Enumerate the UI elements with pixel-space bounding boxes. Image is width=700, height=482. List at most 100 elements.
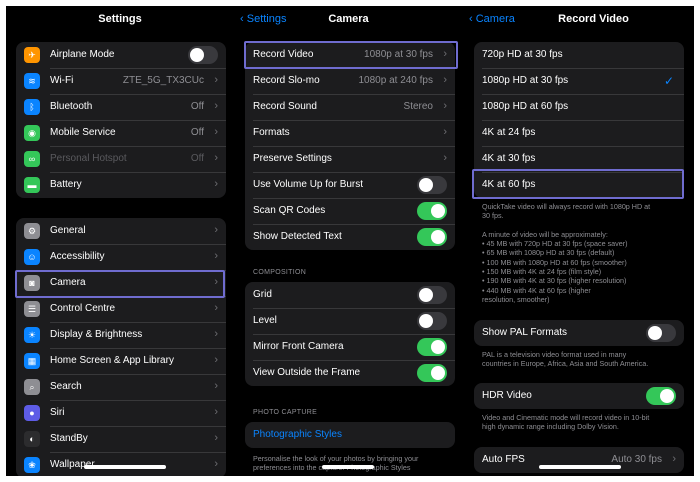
note-line: • 190 MB with 4K at 30 fps (higher resol…: [482, 276, 627, 286]
toggle-knob: [419, 314, 433, 328]
video-format-option[interactable]: 4K at 24 fps: [474, 120, 684, 146]
view-outside-the-frame-row: View Outside the Frame: [245, 360, 455, 386]
accessibility-row[interactable]: ☺ Accessibility ›: [16, 244, 226, 270]
video-format-option[interactable]: 1080p HD at 60 fps: [474, 94, 684, 120]
photo-capture-header: PHOTO CAPTURE: [253, 409, 318, 416]
note-line: resolution, smoother): [482, 294, 550, 304]
battery-icon: ▬: [24, 177, 40, 193]
bluetooth-value: Off: [190, 101, 204, 112]
home-indicator: [539, 465, 621, 469]
battery-row[interactable]: ▬ Battery ›: [16, 172, 226, 198]
video-format-option[interactable]: 720p HD at 30 fps: [474, 42, 684, 68]
note-line: countries in Europe, Africa, Asia and So…: [482, 359, 649, 369]
4k-60fps-highlight: [472, 169, 684, 199]
search-label: Search: [50, 381, 82, 392]
chevron-right-icon: ›: [443, 126, 447, 138]
photographic-styles-note: Personalise the look of your photos by b…: [253, 454, 419, 473]
pal-group: Show PAL Formats: [474, 320, 684, 346]
personal-hotspot-row[interactable]: ∞ Personal Hotspot Off ›: [16, 146, 226, 172]
auto-fps-group: Auto FPS Auto 30 fps ›: [474, 447, 684, 473]
camera-header: ‹ Settings Camera: [234, 6, 463, 34]
view-outside-the-frame-toggle[interactable]: [417, 364, 447, 382]
search-row[interactable]: ⌕ Search ›: [16, 374, 226, 400]
record-slo-mo-row[interactable]: Record Slo-mo 1080p at 240 fps ›: [245, 68, 455, 94]
note-line: PAL is a television video format used in…: [482, 350, 627, 359]
standby-row[interactable]: ◐ StandBy ›: [16, 426, 226, 452]
chevron-right-icon: ›: [214, 178, 218, 190]
record-slo-mo-label: Record Slo-mo: [253, 75, 320, 86]
record-sound-row[interactable]: Record Sound Stereo ›: [245, 94, 455, 120]
photographic-styles-link[interactable]: Photographic Styles: [253, 429, 342, 440]
note-line: [482, 221, 688, 230]
wi-fi-row[interactable]: ≋ Wi-Fi ZTE_5G_TX3CUc ›: [16, 68, 226, 94]
record-video-highlight: [244, 41, 458, 69]
level-toggle[interactable]: [417, 312, 447, 330]
siri-row[interactable]: ● Siri ›: [16, 400, 226, 426]
mobile-service-label: Mobile Service: [50, 127, 116, 138]
standby-icon: ◐: [24, 431, 40, 447]
settings-panel: Settings ✈ Airplane Mode ≋ Wi-Fi ZTE_5G_TX3C…: [6, 6, 234, 476]
battery-label: Battery: [50, 179, 82, 190]
show-detected-text-toggle[interactable]: [417, 228, 447, 246]
preserve-settings-label: Preserve Settings: [253, 153, 332, 164]
note-line: 30 fps.: [482, 211, 504, 221]
photographic-styles-row[interactable]: Photographic Styles: [245, 422, 455, 448]
mirror-front-camera-toggle[interactable]: [417, 338, 447, 356]
wallpaper-row[interactable]: ❀ Wallpaper ›: [16, 452, 226, 476]
use-volume-up-for-burst-row: Use Volume Up for Burst: [245, 172, 455, 198]
note-line: QuickTake video will always record with …: [482, 202, 651, 211]
composition-group: Grid Level Mirror Front Camera View Outside…: [245, 282, 455, 386]
bluetooth-row[interactable]: ᛒ Bluetooth Off ›: [16, 94, 226, 120]
home-screen-and-app-library-label: Home Screen & App Library: [50, 355, 174, 366]
general-row[interactable]: ⚙ General ›: [16, 218, 226, 244]
video-format-label: 4K at 30 fps: [482, 153, 536, 164]
mobile-service-row[interactable]: ◉ Mobile Service Off ›: [16, 120, 226, 146]
toggle-knob: [431, 204, 445, 218]
gear-icon: ⚙: [24, 223, 40, 239]
wallpaper-icon: ❀: [24, 457, 40, 473]
auto-fps-value: Auto 30 fps: [611, 454, 662, 465]
toggle-knob: [660, 389, 674, 403]
note-line: • 150 MB with 4K at 24 fps (film style): [482, 267, 602, 277]
record-video-panel: ‹ Camera Record Video 720p HD at 30 fps 1…: [463, 6, 694, 476]
home-screen-and-app-library-row[interactable]: ▦ Home Screen & App Library ›: [16, 348, 226, 374]
camera-settings-group: Record Video 1080p at 30 fps › Record Slo-m…: [245, 42, 455, 250]
standby-label: StandBy: [50, 433, 88, 444]
preserve-settings-row[interactable]: Preserve Settings ›: [245, 146, 455, 172]
show-pal-formats-toggle[interactable]: [646, 324, 676, 342]
record-sound-value: Stereo: [403, 101, 433, 112]
record-video-note: QuickTake video will always record with …: [482, 202, 688, 304]
chevron-right-icon: ›: [443, 152, 447, 164]
personal-hotspot-value: Off: [190, 153, 204, 164]
note-line: high dynamic range including Dolby Visio…: [482, 422, 619, 432]
chevron-right-icon: ›: [214, 302, 218, 314]
use-volume-up-for-burst-toggle[interactable]: [417, 176, 447, 194]
record-sound-label: Record Sound: [253, 101, 317, 112]
bluetooth-icon: ᛒ: [24, 99, 40, 115]
auto-fps-row[interactable]: Auto FPS Auto 30 fps ›: [474, 447, 684, 473]
display-and-brightness-row[interactable]: ☀ Display & Brightness ›: [16, 322, 226, 348]
home-indicator: [84, 465, 166, 469]
scan-qr-codes-label: Scan QR Codes: [253, 205, 326, 216]
control-centre-row[interactable]: ☰ Control Centre ›: [16, 296, 226, 322]
connectivity-group: ✈ Airplane Mode ≋ Wi-Fi ZTE_5G_TX3CUc › ᛒ Bluet…: [16, 42, 226, 198]
airplane-mode-label: Airplane Mode: [50, 49, 115, 60]
siri-icon: ●: [24, 405, 40, 421]
scan-qr-codes-toggle[interactable]: [417, 202, 447, 220]
show-pal-formats-label: Show PAL Formats: [482, 327, 568, 338]
grid-toggle[interactable]: [417, 286, 447, 304]
grid-row: Grid: [245, 282, 455, 308]
hdr-video-toggle[interactable]: [646, 387, 676, 405]
toggle-knob: [190, 48, 204, 62]
note-line: • 45 MB with 720p HD at 30 fps (space sa…: [482, 239, 628, 249]
record-video-header: ‹ Camera Record Video: [463, 6, 694, 34]
formats-row[interactable]: Formats ›: [245, 120, 455, 146]
chevron-right-icon: ›: [443, 100, 447, 112]
toggle-knob: [431, 230, 445, 244]
hotspot-icon: ∞: [24, 151, 40, 167]
toggle-knob: [431, 340, 445, 354]
airplane-mode-toggle[interactable]: [188, 46, 218, 64]
photographic-styles-group: Photographic Styles: [245, 422, 455, 448]
video-format-option[interactable]: 1080p HD at 30 fps ✓: [474, 68, 684, 94]
chevron-right-icon: ›: [214, 152, 218, 164]
